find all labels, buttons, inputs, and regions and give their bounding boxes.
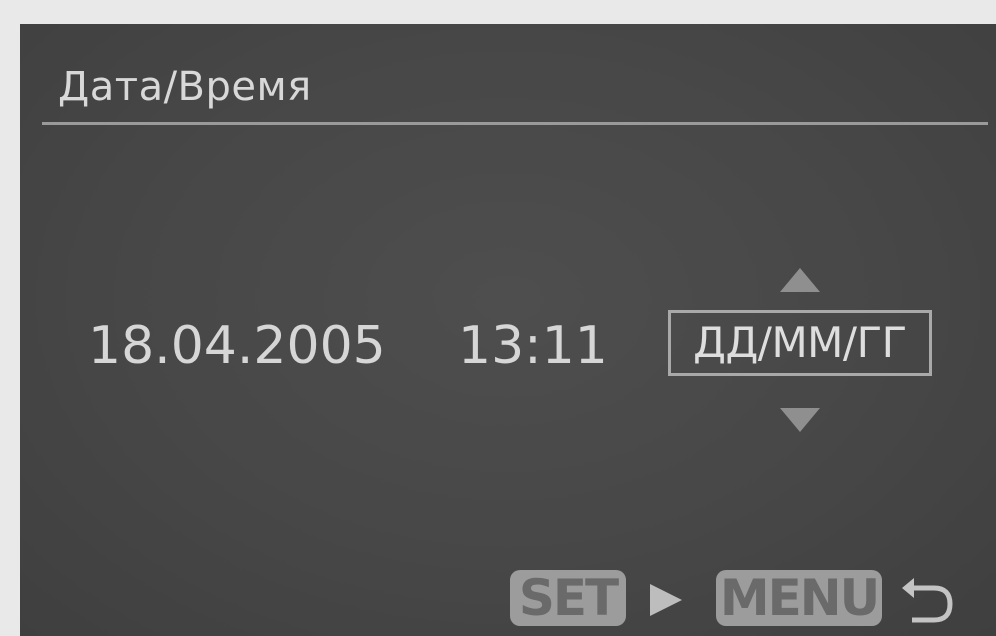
date-time-screen: Дата/Время 18.04.2005 13:11 ДД/ММ/ГГ SET…: [20, 24, 996, 636]
return-icon: [902, 578, 953, 623]
time-value[interactable]: 13:11: [458, 316, 608, 376]
set-button[interactable]: SET: [510, 570, 626, 626]
date-format-selector[interactable]: ДД/ММ/ГГ: [668, 310, 932, 376]
menu-button[interactable]: MENU: [716, 570, 882, 626]
date-value[interactable]: 18.04.2005: [88, 316, 386, 376]
camera-lcd-frame: Дата/Время 18.04.2005 13:11 ДД/ММ/ГГ SET…: [0, 0, 996, 636]
arrow-up-icon[interactable]: [780, 268, 820, 292]
screen-title: Дата/Время: [58, 64, 312, 110]
arrow-down-icon[interactable]: [780, 408, 820, 432]
title-divider: [42, 122, 988, 125]
play-icon: [650, 584, 682, 616]
